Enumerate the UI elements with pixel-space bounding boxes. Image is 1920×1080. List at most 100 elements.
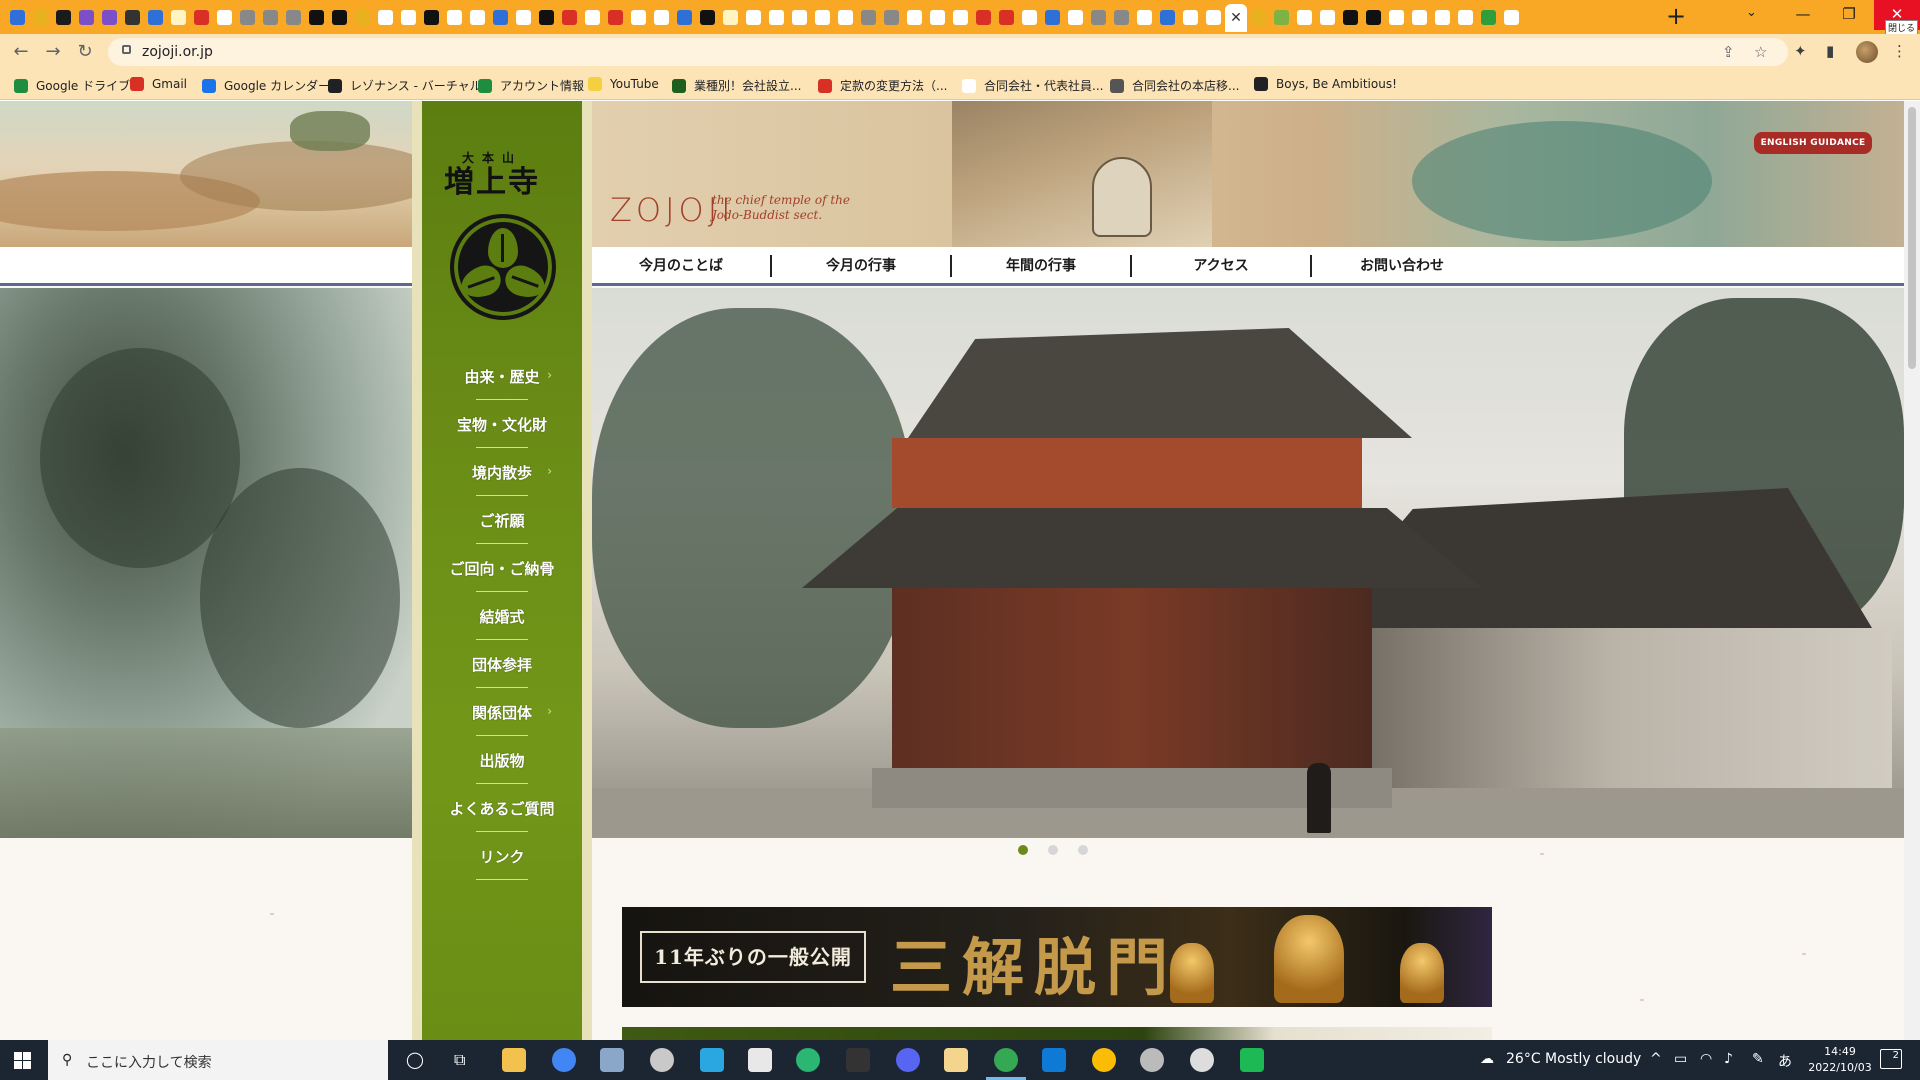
side-panel-icon[interactable]: ▮ <box>1826 42 1834 60</box>
browser-tab[interactable] <box>719 6 742 28</box>
browser-tab[interactable] <box>811 6 834 28</box>
terminal-icon[interactable] <box>846 1048 870 1072</box>
browser-tab[interactable] <box>1293 6 1316 28</box>
browser-tab[interactable] <box>673 6 696 28</box>
document-icon[interactable] <box>748 1048 772 1072</box>
browser-tab[interactable] <box>742 6 765 28</box>
slider-dot[interactable] <box>1018 845 1028 855</box>
spreadsheet-icon[interactable] <box>1240 1048 1264 1072</box>
browser-tab[interactable] <box>52 6 75 28</box>
taskbar-search-placeholder[interactable]: ここに入力して検索 <box>86 1052 212 1072</box>
bookmark-articles-change[interactable]: 定款の変更方法（... <box>818 77 947 94</box>
browser-tab[interactable] <box>1339 6 1362 28</box>
app-icon[interactable] <box>600 1048 624 1072</box>
chrome-icon[interactable] <box>994 1048 1018 1072</box>
notification-center-icon[interactable]: 2 <box>1880 1049 1902 1069</box>
browser-tab[interactable] <box>696 6 719 28</box>
weather-widget[interactable]: 26°C Mostly cloudy <box>1506 1051 1641 1067</box>
browser-tab[interactable] <box>259 6 282 28</box>
temple-name-mark[interactable]: 大本山 増上寺 <box>442 149 542 200</box>
browser-tab[interactable] <box>213 6 236 28</box>
browser-tab[interactable] <box>1064 6 1087 28</box>
nav-this-month-events[interactable]: 今月の行事 <box>772 255 952 277</box>
app-icon[interactable] <box>1190 1048 1214 1072</box>
device-icon[interactable]: ▭ <box>1674 1051 1687 1067</box>
weather-icon[interactable]: ☁ <box>1480 1051 1494 1067</box>
back-button[interactable]: ← <box>8 39 34 65</box>
browser-tab[interactable] <box>972 6 995 28</box>
browser-tab[interactable] <box>167 6 190 28</box>
side-menu-item[interactable]: 境内散歩 › <box>422 452 582 500</box>
nav-access[interactable]: アクセス <box>1132 255 1312 277</box>
bookmark-llc-representative[interactable]: 合同会社・代表社員... <box>962 77 1103 94</box>
address-url[interactable]: zojoji.or.jp <box>142 44 213 60</box>
mail-icon[interactable] <box>700 1048 724 1072</box>
next-banner[interactable] <box>622 1027 1492 1040</box>
browser-tab[interactable] <box>558 6 581 28</box>
browser-tab[interactable] <box>1362 6 1385 28</box>
side-menu-item[interactable]: 団体参拝 <box>422 644 582 692</box>
browser-tab[interactable] <box>489 6 512 28</box>
browser-tab[interactable] <box>190 6 213 28</box>
browser-tab[interactable] <box>1385 6 1408 28</box>
browser-tab[interactable] <box>1156 6 1179 28</box>
chrome-icon[interactable] <box>1092 1048 1116 1072</box>
browser-tab[interactable] <box>926 6 949 28</box>
reload-button[interactable]: ↻ <box>72 39 98 65</box>
browser-tab[interactable] <box>788 6 811 28</box>
app-icon[interactable] <box>1140 1048 1164 1072</box>
browser-tab[interactable] <box>1110 6 1133 28</box>
scrollbar-thumb[interactable] <box>1908 107 1916 369</box>
browser-tab[interactable] <box>857 6 880 28</box>
browser-tab[interactable] <box>29 6 52 28</box>
browser-tab[interactable] <box>121 6 144 28</box>
browser-tab[interactable] <box>6 6 29 28</box>
browser-tab[interactable] <box>1133 6 1156 28</box>
browser-tab[interactable] <box>1270 6 1293 28</box>
side-menu-item[interactable]: 由来・歴史 › <box>422 356 582 404</box>
extensions-icon[interactable]: ✦ <box>1794 42 1807 60</box>
browser-tab[interactable] <box>1041 6 1064 28</box>
browser-tab[interactable] <box>581 6 604 28</box>
taskbar-search-box[interactable]: ⚲ ここに入力して検索 <box>48 1040 388 1080</box>
browser-tab[interactable] <box>420 6 443 28</box>
tab-search-button[interactable]: ⌄ <box>1746 5 1757 20</box>
browser-tab[interactable] <box>995 6 1018 28</box>
browser-tab[interactable] <box>443 6 466 28</box>
app-icon[interactable] <box>650 1048 674 1072</box>
sangedatsumon-banner[interactable]: 11年ぶりの一般公開 三解脱門 <box>622 907 1492 1007</box>
browser-tab[interactable] <box>144 6 167 28</box>
bookmark-boys-be-ambitious[interactable]: Boys, Be Ambitious! <box>1254 77 1397 91</box>
nav-annual-events[interactable]: 年間の行事 <box>952 255 1132 277</box>
bookmark-youtube[interactable]: YouTube <box>588 77 659 91</box>
browser-tab[interactable] <box>1087 6 1110 28</box>
cortana-icon[interactable]: ◯ <box>406 1050 424 1069</box>
address-bar[interactable]: zojoji.or.jp ⇪ ☆ <box>108 38 1788 66</box>
browser-tab[interactable] <box>1408 6 1431 28</box>
browser-tab[interactable] <box>650 6 673 28</box>
pen-icon[interactable]: ✎ <box>1752 1051 1764 1067</box>
browser-tab[interactable] <box>397 6 420 28</box>
slider-dot[interactable] <box>1078 845 1088 855</box>
active-tab-close-button[interactable]: ✕ <box>1225 4 1247 32</box>
bookmark-gmail[interactable]: Gmail <box>130 77 187 91</box>
wifi-icon[interactable]: ◠ <box>1700 1051 1712 1067</box>
browser-tab[interactable] <box>282 6 305 28</box>
ime-indicator[interactable]: あ <box>1778 1051 1792 1071</box>
browser-tab[interactable] <box>1202 6 1225 28</box>
nav-this-month-words[interactable]: 今月のことば <box>592 255 772 277</box>
chrome-profile-icon[interactable] <box>552 1048 576 1072</box>
side-menu-item[interactable]: よくあるご質問 <box>422 788 582 836</box>
browser-tab[interactable] <box>1316 6 1339 28</box>
share-icon[interactable]: ⇪ <box>1722 43 1735 61</box>
browser-tab[interactable] <box>75 6 98 28</box>
side-menu-item[interactable]: ご回向・ご納骨 › <box>422 548 582 596</box>
browser-tab[interactable] <box>604 6 627 28</box>
browser-tab[interactable] <box>1179 6 1202 28</box>
edge-icon[interactable] <box>796 1048 820 1072</box>
browser-tab[interactable] <box>1500 6 1523 28</box>
browser-tab[interactable] <box>765 6 788 28</box>
bookmark-resonance[interactable]: レゾナンス - バーチャル... <box>328 77 493 94</box>
browser-tab[interactable] <box>236 6 259 28</box>
browser-tab[interactable] <box>834 6 857 28</box>
